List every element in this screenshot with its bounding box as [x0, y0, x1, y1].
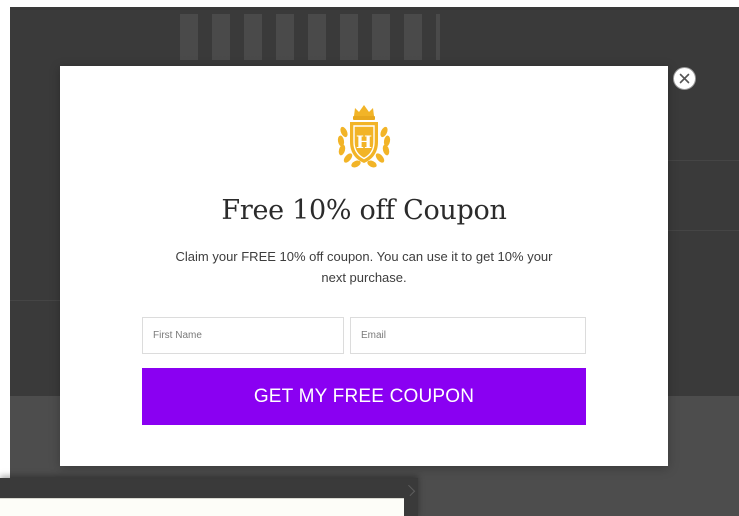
resize-handle-icon: [403, 484, 416, 497]
background-divider: [668, 230, 739, 231]
background-window-fragment: [0, 478, 418, 516]
crest-logo-icon: H: [337, 105, 391, 168]
email-field[interactable]: [350, 317, 586, 354]
get-coupon-button[interactable]: GET MY FREE COUPON: [142, 368, 586, 425]
close-button[interactable]: [673, 67, 696, 90]
logo-letter: H: [356, 133, 372, 153]
background-divider: [668, 160, 739, 161]
screen: H Free 10% off Coupon Claim your FREE 10…: [0, 0, 739, 516]
first-name-field[interactable]: [142, 317, 344, 354]
popup-description: Claim your FREE 10% off coupon. You can …: [175, 249, 553, 285]
popup-title: Free 10% off Coupon: [221, 195, 507, 226]
background-header-ghost: [180, 14, 440, 60]
background-window-content: [0, 498, 404, 516]
crown-band: [353, 116, 375, 120]
background-divider: [10, 300, 60, 301]
close-icon: [679, 73, 690, 84]
crown-icon: [354, 105, 374, 116]
